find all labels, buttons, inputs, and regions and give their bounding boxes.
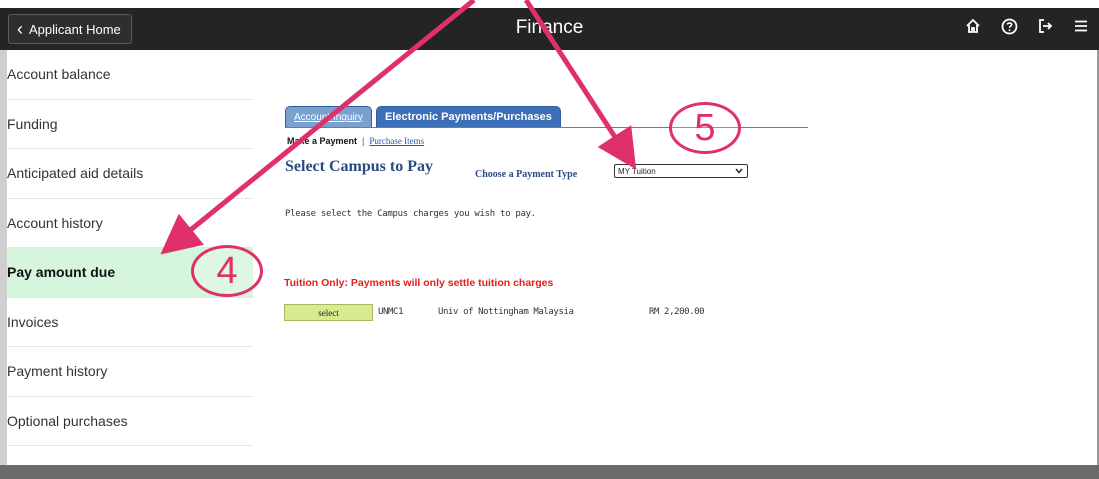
arrow-to-pay-amount-due bbox=[160, 0, 476, 255]
callout-4: 4 bbox=[191, 245, 263, 297]
annotation-arrows bbox=[160, 0, 637, 255]
callout-5: 5 bbox=[669, 102, 741, 154]
arrow-to-payment-type bbox=[523, 0, 637, 170]
